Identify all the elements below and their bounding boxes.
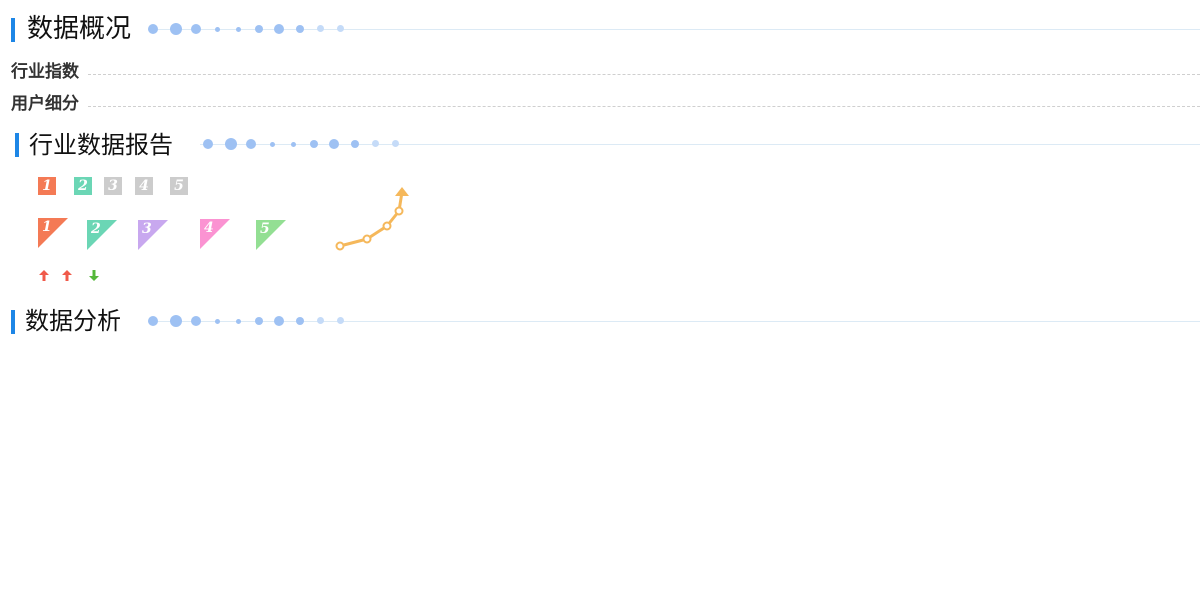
rank-badge-4: 4 [135,177,153,195]
rank-corner-tag-4: 4 [200,219,230,249]
decorative-dots [148,23,348,35]
section-title: 行业数据报告 [29,131,173,159]
rank-corner-number: 2 [91,221,101,237]
decorative-dots [203,138,403,150]
section-accent-bar [11,18,15,42]
subsection-label: 行业指数 [11,62,79,82]
dashed-divider [88,106,1200,107]
subsection-industry-index[interactable]: 行业指数 [0,60,1200,84]
rank-corner-number: 5 [260,221,270,237]
section-accent-bar [15,133,19,157]
rank-corner-tag-3: 3 [138,220,168,250]
arrow-down-icon [89,270,99,281]
section-accent-bar [11,310,15,334]
subsection-label: 用户细分 [11,94,79,114]
dashed-divider [88,74,1200,75]
arrow-up-icon [62,270,72,281]
section-title: 数据分析 [25,307,121,335]
rank-corner-number: 1 [42,219,52,235]
rank-corner-tag-5: 5 [256,220,286,250]
section-header-overview: 数据概况 [0,14,1200,44]
rank-badge-3: 3 [104,177,122,195]
trend-line-icon [335,187,409,251]
rank-badge-5: 5 [170,177,188,195]
section-header-report: 行业数据报告 [0,130,1200,160]
section-header-analysis: 数据分析 [0,306,1200,336]
arrow-up-icon [39,270,49,281]
rank-corner-number: 3 [142,221,152,237]
rank-badge-2: 2 [74,177,92,195]
rank-badge-1: 1 [38,177,56,195]
section-title: 数据概况 [27,14,132,44]
rank-corner-tag-2: 2 [87,220,117,250]
subsection-user-segment[interactable]: 用户细分 [0,92,1200,116]
rank-corner-number: 4 [204,220,214,236]
decorative-dots [148,315,348,327]
rank-corner-tag-1: 1 [38,218,68,248]
